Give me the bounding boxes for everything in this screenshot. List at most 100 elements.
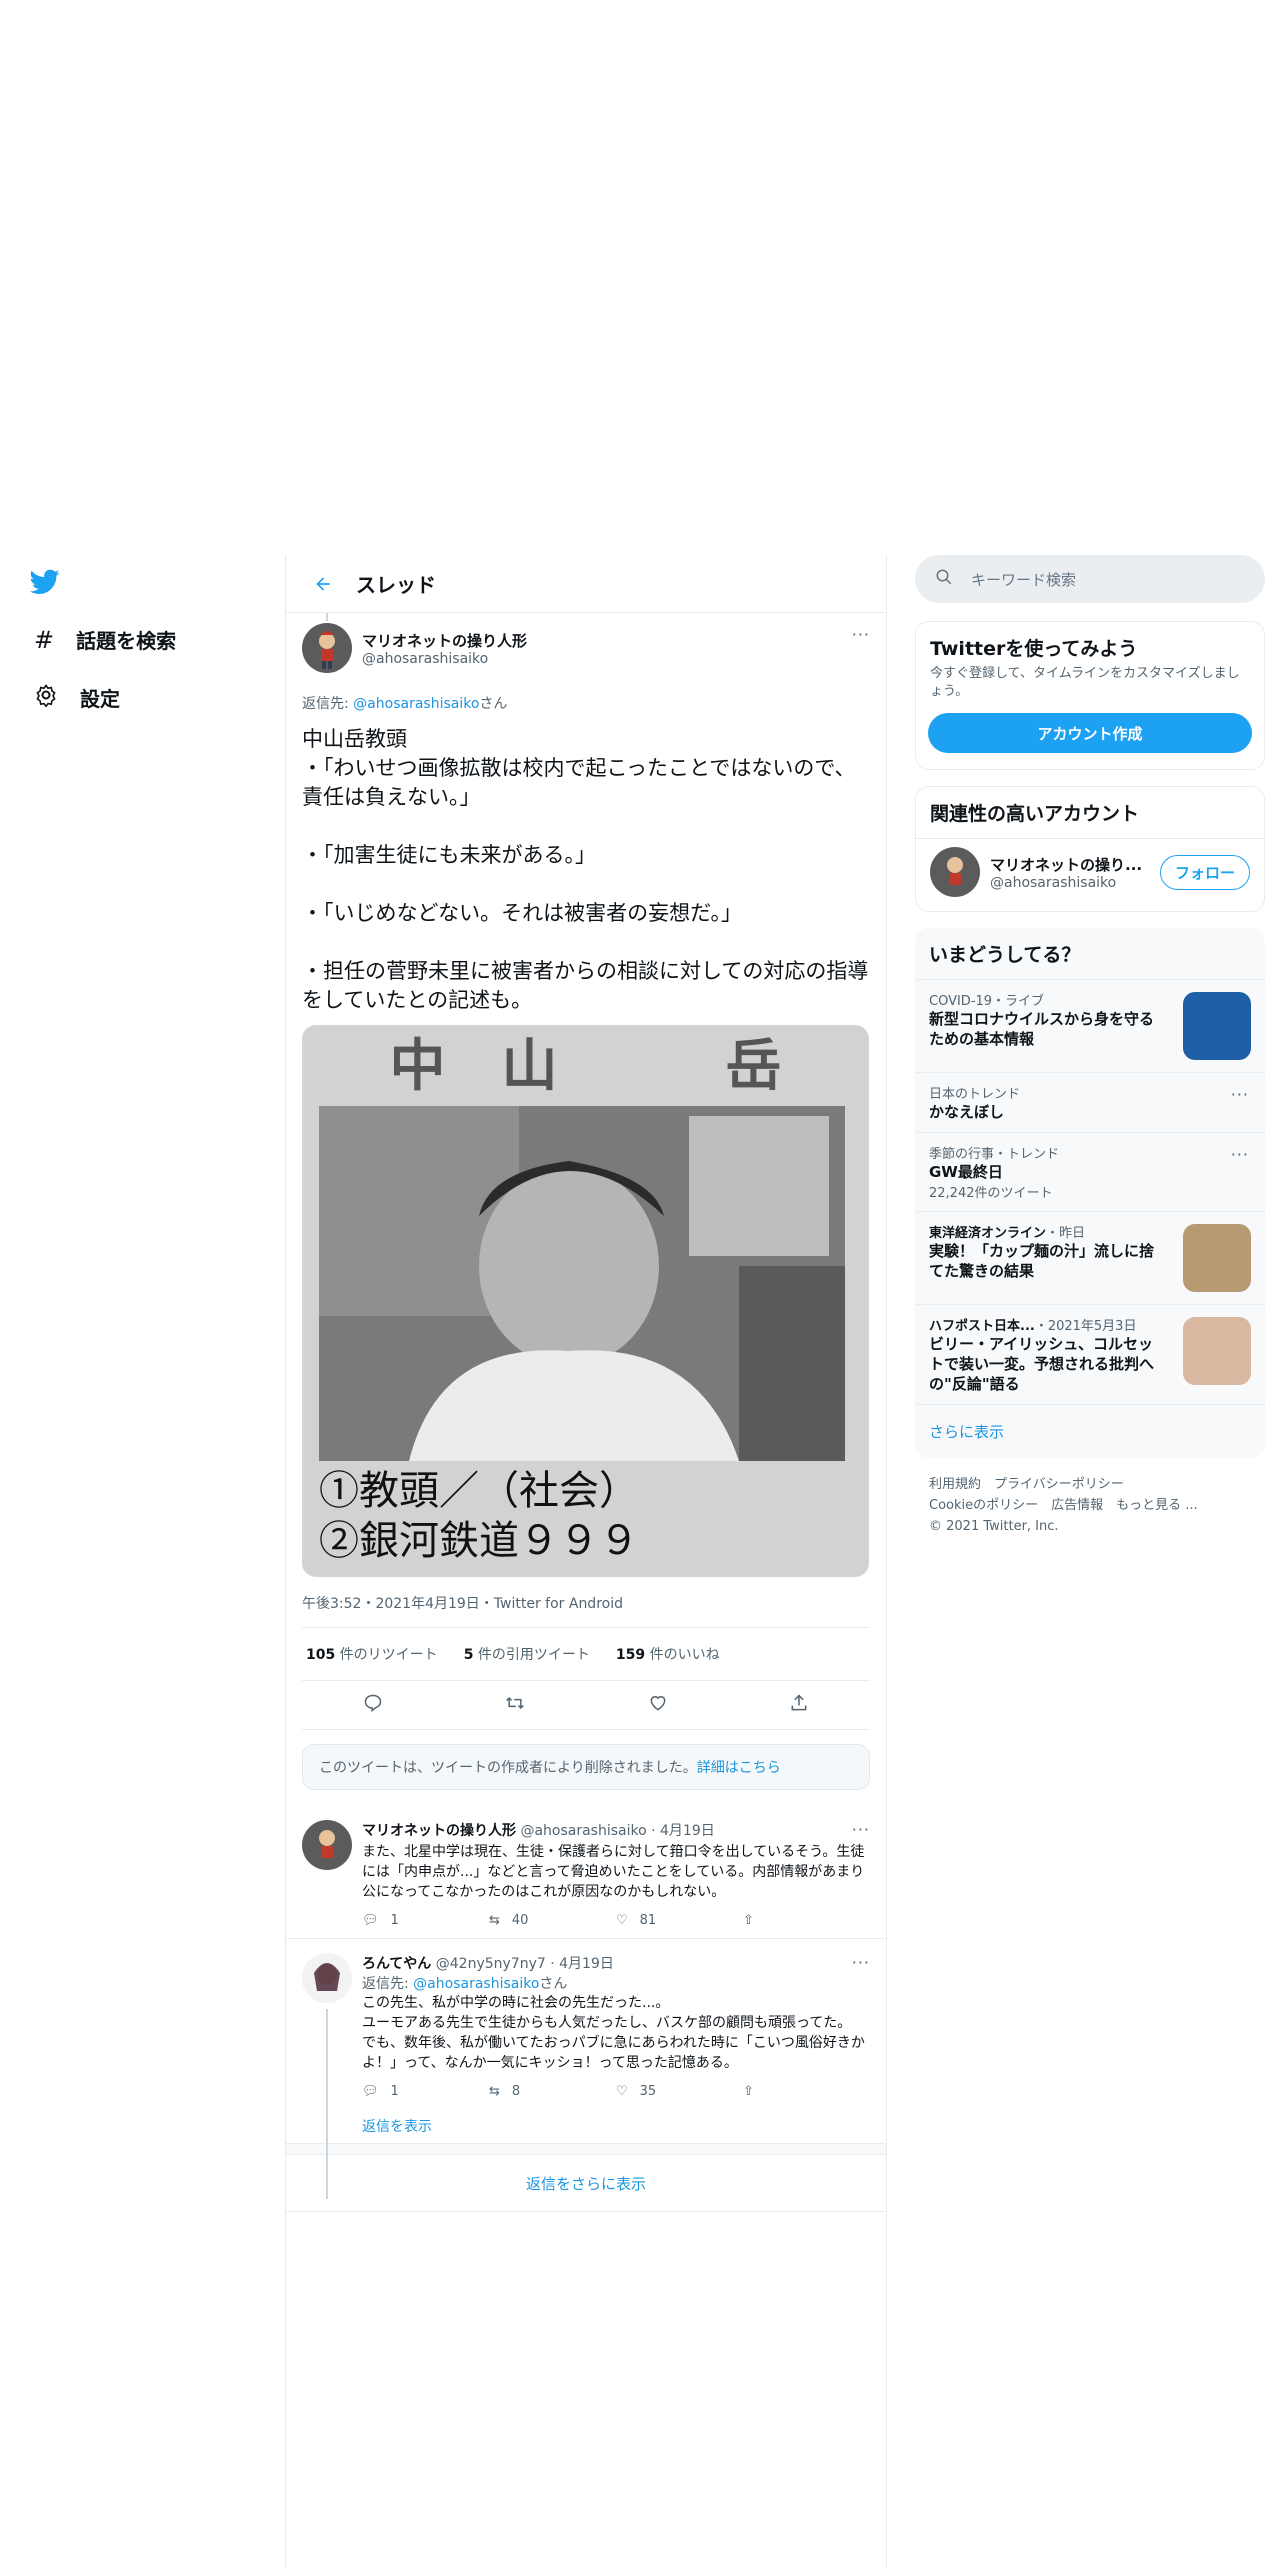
share-icon: ⇧: [743, 2083, 754, 2099]
more-replies-link[interactable]: 返信をさらに表示: [526, 2173, 646, 2194]
more-options-icon[interactable]: ···: [852, 1953, 870, 1972]
twitter-logo-icon[interactable]: [29, 569, 60, 599]
footer-links[interactable]: Cookieのポリシー 広告情報 もっと見る ...: [929, 1495, 1265, 1516]
like-button[interactable]: ♡ 81: [616, 1913, 743, 1928]
like-button[interactable]: ♡ 35: [616, 2084, 743, 2099]
gear-icon: [34, 683, 58, 712]
create-account-button[interactable]: アカウント作成: [928, 713, 1252, 753]
trend-item[interactable]: 日本のトレンド かなえぼし ···: [915, 1072, 1265, 1132]
reply-icon[interactable]: [363, 1693, 383, 1717]
more-options-icon[interactable]: ···: [1231, 1085, 1249, 1104]
share-button[interactable]: ⇧: [743, 1913, 870, 1928]
reply-button[interactable]: 💬︎ 1: [362, 1913, 489, 1928]
retweet-icon[interactable]: [504, 1693, 526, 1717]
trend-item[interactable]: 東洋経済オンライン・昨日 実験！「カップ麺の汁」流しに捨てた驚きの結果: [915, 1211, 1265, 1304]
author-name[interactable]: マリオネットの操り人形: [362, 1823, 516, 1839]
trend-item[interactable]: 季節の行事・トレンド GW最終日 22,242件のツイート ···: [915, 1132, 1265, 1211]
trend-item[interactable]: ハフポスト日本...・2021年5月3日 ビリー・アイリッシュ、コルセットで装い…: [915, 1304, 1265, 1404]
search-placeholder: キーワード検索: [971, 570, 1077, 589]
thread-line: [326, 2009, 328, 2199]
right-sidebar: キーワード検索 Twitterを使ってみよう 今すぐ登録して、タイムラインをカス…: [915, 555, 1265, 1537]
nav-item-explore[interactable]: # 話題を検索: [34, 625, 176, 654]
show-replies-row: 返信を表示: [362, 2109, 870, 2143]
reply-prefix: 返信先:: [362, 1976, 414, 1992]
follow-button[interactable]: フォロー: [1159, 854, 1250, 890]
details-link[interactable]: 詳細はこちら: [697, 1757, 781, 1777]
footer-links[interactable]: 利用規約 プライバシーポリシー: [929, 1474, 1265, 1495]
reply-button[interactable]: 💬︎ 1: [362, 2084, 489, 2099]
avatar[interactable]: [302, 1953, 352, 2003]
tweet-meta[interactable]: 午後3:52・2021年4月19日・Twitter for Android: [302, 1593, 870, 1613]
reply-tweet[interactable]: ろんてやん @42ny5ny7ny7 · 4月19日 ··· 返信先: @aho…: [286, 1939, 886, 2199]
more-options-icon[interactable]: ···: [852, 1820, 870, 1839]
reply-actions: 💬︎ 1 ⇆ 40 ♡ 81 ⇧: [362, 1902, 870, 1938]
search-input[interactable]: キーワード検索: [915, 555, 1265, 603]
signup-title: Twitterを使ってみよう: [930, 638, 1138, 660]
trend-source: 東洋経済オンライン: [929, 1226, 1047, 1241]
tweet-actions: [302, 1681, 870, 1730]
like-icon[interactable]: [648, 1693, 668, 1717]
retweet-button[interactable]: ⇆ 40: [489, 1913, 616, 1928]
account-name[interactable]: マリオネットの操り...: [990, 854, 1150, 875]
back-arrow-icon[interactable]: [298, 574, 348, 594]
like-count[interactable]: 159 件のいいね: [616, 1644, 720, 1664]
reply-header: マリオネットの操り人形 @ahosarashisaiko · 4月19日: [362, 1820, 870, 1840]
show-replies-link[interactable]: 返信を表示: [362, 2116, 432, 2136]
image-caption: ①教頭／（社会） ②銀河鉄道９９９: [319, 1466, 639, 1566]
account-row[interactable]: マリオネットの操り... @ahosarashisaiko フォロー: [916, 838, 1264, 911]
reply-prefix: 返信先:: [302, 696, 354, 712]
tweet-image[interactable]: 中 山 岳 ①教頭／（社会） ②銀河鉄道９９９: [302, 1025, 869, 1577]
reply-to: 返信先: @ahosarashisaikoさん: [302, 693, 870, 713]
tweet-text: 中山岳教頭 ・「わいせつ画像拡散は校内で起こったことではないので、責任は負えない…: [302, 727, 869, 1012]
reply-icon: 💬︎: [362, 2083, 379, 2099]
trend-source: ハフポスト日本...: [929, 1319, 1035, 1334]
retweet-count: 40: [511, 1912, 529, 1928]
trend-title: GW最終日: [929, 1163, 1003, 1181]
quote-count[interactable]: 5 件の引用ツイート: [464, 1644, 590, 1664]
separator: [286, 2143, 886, 2155]
retweet-button[interactable]: ⇆ 8: [489, 2084, 616, 2099]
share-icon: ⇧: [743, 1912, 754, 1928]
avatar[interactable]: [302, 623, 352, 673]
thread-header: スレッド: [286, 555, 886, 613]
like-count: 81: [639, 1912, 657, 1928]
more-options-icon[interactable]: ···: [1231, 1145, 1249, 1164]
reply-to-link[interactable]: @ahosarashisaiko: [353, 696, 479, 712]
reply-tweet[interactable]: マリオネットの操り人形 @ahosarashisaiko · 4月19日 ···…: [286, 1804, 886, 1939]
like-icon: ♡: [616, 1912, 628, 1928]
trend-date: ・昨日: [1046, 1226, 1086, 1241]
deleted-tweet-notice: このツイートは、ツイートの作成者により削除されました。 詳細はこちら: [302, 1744, 870, 1790]
trend-item[interactable]: COVID-19・ライブ 新型コロナウイルスから身を守るための基本情報: [915, 979, 1265, 1072]
account-handle: @ahosarashisaiko: [990, 874, 1117, 891]
show-more-link[interactable]: さらに表示: [929, 1423, 1004, 1441]
trends-title: いまどうしてる？: [929, 944, 1081, 966]
tweet-stats: 105 件のリツイート 5 件の引用ツイート 159 件のいいね: [302, 1627, 870, 1681]
reply-text: また、北星中学は現在、生徒・保護者らに対して箝口令を出しているそう。生徒には「内…: [362, 1844, 865, 1900]
retweet-count: 8: [511, 2083, 521, 2099]
reply-suffix: さん: [539, 1976, 568, 1992]
trend-thumbnail: [1183, 1317, 1251, 1385]
author-handle[interactable]: @42ny5ny7ny7 · 4月19日: [436, 1956, 614, 1972]
more-replies-row: 返信をさらに表示: [286, 2155, 886, 2212]
avatar[interactable]: [302, 1820, 352, 1870]
reply-to-link[interactable]: @ahosarashisaiko: [413, 1976, 539, 1992]
show-more-row: さらに表示: [915, 1404, 1265, 1458]
nav-item-settings[interactable]: 設定: [34, 683, 120, 712]
share-button[interactable]: ⇧: [743, 2084, 870, 2099]
trends-card: いまどうしてる？ COVID-19・ライブ 新型コロナウイルスから身を守るための…: [915, 928, 1265, 1458]
author-name[interactable]: ろんてやん: [362, 1956, 431, 1972]
related-accounts-card: 関連性の高いアカウント マリオネットの操り... @ahosarashisaik…: [915, 786, 1265, 912]
author-handle[interactable]: @ahosarashisaiko · 4月19日: [520, 1823, 714, 1839]
sidebar-footer: 利用規約 プライバシーポリシー Cookieのポリシー 広告情報 もっと見る .…: [915, 1474, 1265, 1537]
reply-icon: 💬︎: [362, 1912, 379, 1928]
retweet-count[interactable]: 105 件のリツイート: [306, 1644, 438, 1664]
author-handle[interactable]: @ahosarashisaiko: [362, 651, 527, 667]
share-icon[interactable]: [789, 1693, 809, 1717]
reply-count: 1: [390, 1912, 399, 1928]
more-options-icon[interactable]: ···: [852, 625, 870, 644]
avatar[interactable]: [930, 847, 980, 897]
trend-thumbnail: [1183, 1224, 1251, 1292]
reply-header: ろんてやん @42ny5ny7ny7 · 4月19日: [362, 1953, 870, 1973]
author-name[interactable]: マリオネットの操り人形: [362, 630, 527, 651]
trend-context: 季節の行事・トレンド: [929, 1147, 1060, 1162]
